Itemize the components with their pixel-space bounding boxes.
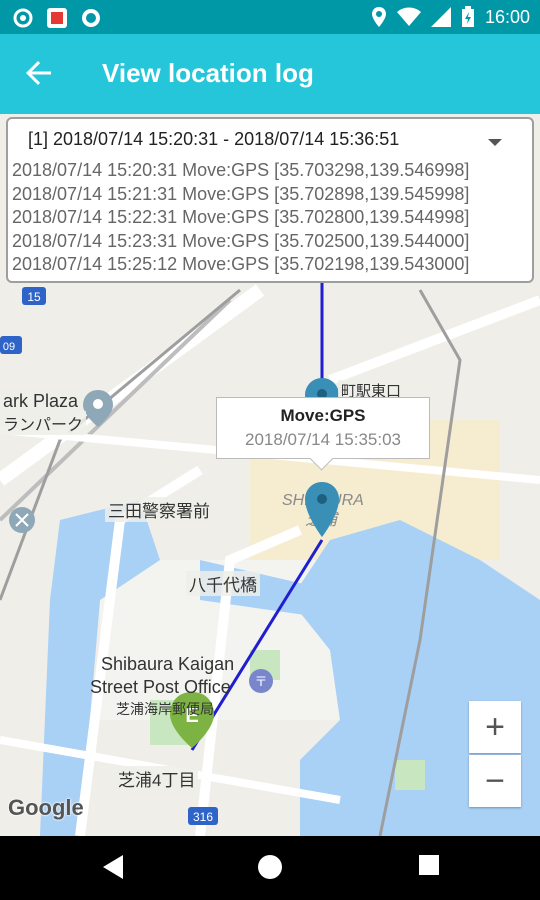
zoom-in-button[interactable]: + <box>469 701 521 753</box>
list-item[interactable]: 2018/07/14 15:21:31 Move:GPS [35.702898,… <box>12 183 469 207</box>
svg-text:〒: 〒 <box>254 674 267 689</box>
google-attribution: Google <box>8 795 84 820</box>
home-nav-icon[interactable] <box>257 854 283 880</box>
post-office-icon[interactable]: 〒 <box>249 669 273 693</box>
list-item[interactable]: 2018/07/14 15:25:12 Move:GPS [35.702198,… <box>12 253 469 277</box>
log-card: [1] 2018/07/14 15:20:31 - 2018/07/14 15:… <box>6 117 534 283</box>
road <box>328 295 540 385</box>
status-bar: 16:00 <box>0 0 540 34</box>
post-office-label-1: Shibaura Kaigan <box>101 654 235 674</box>
route-shield-409-label: 09 <box>3 341 15 353</box>
park-area <box>395 760 425 790</box>
arrow-back-icon[interactable] <box>24 58 54 88</box>
navigation-bar <box>0 836 540 900</box>
battery-charging-icon <box>461 6 474 27</box>
list-item[interactable]: 2018/07/14 15:22:31 Move:GPS [35.702800,… <box>12 206 469 230</box>
app-notification-icon <box>47 8 67 28</box>
info-window-title: Move:GPS <box>280 406 366 425</box>
park-label: ark Plaza <box>0 391 82 412</box>
route-shield-15-label: 15 <box>27 290 41 304</box>
bridge-label: 八千代橋 <box>186 571 260 596</box>
post-office-label-2: Street Post Office <box>90 677 231 697</box>
wifi-icon <box>396 7 421 26</box>
list-item[interactable]: 2018/07/14 15:20:31 Move:GPS [35.703298,… <box>12 159 469 183</box>
back-nav-icon[interactable] <box>101 854 125 880</box>
settings-icon <box>13 8 33 28</box>
recents-nav-icon[interactable] <box>418 854 440 876</box>
chevron-down-icon[interactable] <box>488 139 502 146</box>
location-icon <box>371 7 386 27</box>
status-time: 16:00 <box>484 6 530 27</box>
post-office-label-jp: 芝浦海岸郵便局 <box>116 701 214 717</box>
range-selector[interactable]: [1] 2018/07/14 15:20:31 - 2018/07/14 15:… <box>28 129 399 150</box>
page-title: View location log <box>102 58 314 88</box>
signal-icon <box>430 7 451 27</box>
zoom-out-button[interactable]: − <box>469 755 521 807</box>
route-shield-316-label: 316 <box>193 810 213 824</box>
park-label-jp: ランパーク <box>0 411 87 435</box>
marker-info-window[interactable]: Move:GPS 2018/07/14 15:35:03 <box>216 397 430 459</box>
app-bar: View location log <box>0 34 540 114</box>
record-icon <box>82 9 100 27</box>
log-list: 2018/07/14 15:20:31 Move:GPS [35.703298,… <box>12 159 469 277</box>
police-label: 三田警察署前 <box>105 497 213 522</box>
poi-icon[interactable] <box>9 507 35 533</box>
list-item[interactable]: 2018/07/14 15:23:31 Move:GPS [35.702500,… <box>12 230 469 254</box>
street-label: 芝浦4丁目 <box>115 766 199 791</box>
info-window-time: 2018/07/14 15:35:03 <box>245 430 401 449</box>
